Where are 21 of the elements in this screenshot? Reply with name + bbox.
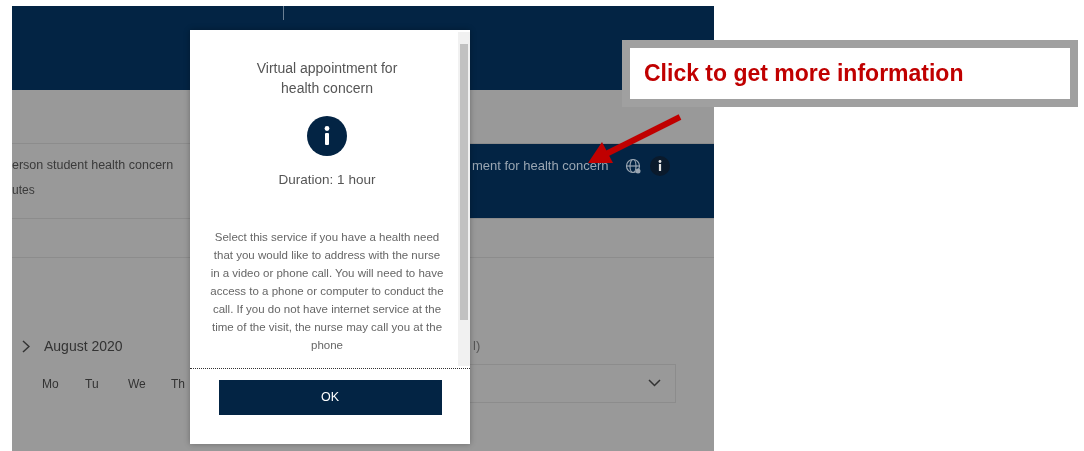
- scrollbar[interactable]: [458, 32, 470, 366]
- service-name: erson student health concern: [12, 157, 174, 174]
- duration-text: utes: [12, 181, 36, 199]
- callout-text: Click to get more information: [622, 40, 1078, 107]
- info-icon: [307, 116, 347, 156]
- service-card[interactable]: ment for health concern: [470, 144, 714, 218]
- ok-button[interactable]: OK: [218, 380, 442, 415]
- chevron-right-icon[interactable]: [22, 340, 30, 353]
- info-icon[interactable]: [649, 156, 670, 176]
- description-text: Select this service if you have a health need that you would like to address with the nurse in a video or phone call. You will need to have access to a phone or computer to conduct the call. If you do not have internet service at the time of the visit, the nurse may call you at the phone: [209, 230, 445, 354]
- service-name: ment for health concern: [472, 157, 609, 176]
- weekday-label: Mo: [42, 376, 60, 393]
- duration-text: Duration: 1 hour: [277, 171, 377, 189]
- weekday-label: Tu: [85, 376, 100, 393]
- month-label: August 2020: [44, 337, 123, 356]
- weekday-label: We: [128, 376, 147, 393]
- chevron-down-icon: [648, 379, 661, 387]
- globe-icon[interactable]: [624, 157, 642, 175]
- dialog-title: Virtual appointment for health concern: [255, 59, 399, 98]
- weekday-label: Th: [171, 376, 186, 393]
- time-label: l): [472, 337, 482, 355]
